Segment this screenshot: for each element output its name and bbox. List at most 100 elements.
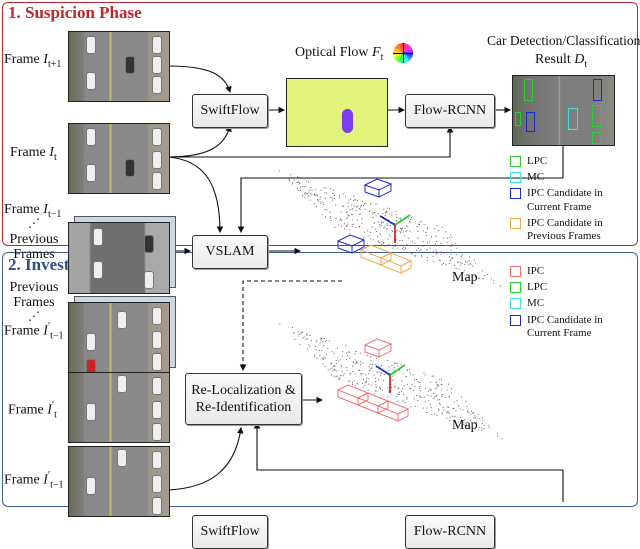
map-point <box>352 382 353 384</box>
map-point <box>353 380 355 382</box>
map-point <box>401 380 403 382</box>
map-point <box>413 398 415 400</box>
map-point <box>369 368 371 370</box>
map-point <box>305 338 307 340</box>
map-point <box>406 370 408 372</box>
map-point <box>339 376 341 378</box>
map-point <box>409 388 411 389</box>
map-point <box>436 387 438 389</box>
map-point <box>355 373 357 375</box>
map-point <box>364 382 366 384</box>
map-point <box>332 370 334 371</box>
axis-blue <box>375 365 391 376</box>
map-point <box>302 337 304 339</box>
map-point <box>477 429 479 431</box>
map-point <box>346 370 348 372</box>
map-point <box>482 417 484 419</box>
map-point <box>432 375 434 377</box>
map-point <box>308 344 310 346</box>
map-point <box>323 338 325 340</box>
map-point <box>435 388 437 390</box>
map-point <box>437 399 439 401</box>
map-point <box>336 363 338 365</box>
map-point <box>404 401 406 403</box>
map-point <box>442 407 444 409</box>
map-point <box>409 373 411 375</box>
map-point <box>441 396 443 397</box>
map-point <box>375 381 377 383</box>
map-point <box>340 375 342 377</box>
map-point <box>466 405 468 407</box>
map-point <box>342 351 344 353</box>
map-point <box>339 359 341 361</box>
map-point <box>306 334 308 336</box>
map-point <box>366 377 368 379</box>
map-point <box>322 359 324 360</box>
map-point <box>419 387 421 389</box>
map-point <box>306 338 308 340</box>
map-point <box>461 396 462 398</box>
map-point <box>431 414 433 415</box>
map-point <box>470 410 472 412</box>
map-point <box>474 415 476 417</box>
map-point <box>451 415 453 417</box>
map-point <box>327 369 329 371</box>
map-point <box>337 347 338 349</box>
map-point <box>421 397 423 398</box>
map-point <box>419 396 421 398</box>
map-point <box>398 394 400 395</box>
map-point <box>346 352 348 354</box>
map-point <box>481 427 483 429</box>
map-point <box>409 368 410 370</box>
map-point <box>439 402 441 404</box>
map-point <box>406 368 408 370</box>
map-point <box>354 353 356 355</box>
map-point <box>426 407 428 409</box>
map-point <box>417 381 419 383</box>
map-point <box>375 386 377 388</box>
map-point <box>479 418 481 420</box>
map-point <box>393 367 395 369</box>
map-point <box>323 345 325 347</box>
map-point <box>336 375 338 377</box>
map-point <box>387 360 389 361</box>
map-point <box>334 365 336 367</box>
map-point <box>403 394 405 396</box>
map-point <box>406 398 408 400</box>
map-point <box>375 357 377 359</box>
map-point <box>419 386 421 388</box>
map-point <box>420 390 422 391</box>
map-point <box>448 383 449 385</box>
map-point <box>429 389 431 391</box>
map-point <box>438 399 440 401</box>
map-point <box>481 423 483 424</box>
map-point <box>373 393 375 395</box>
map-point <box>314 346 316 347</box>
map-point <box>380 387 381 389</box>
map-point <box>477 414 479 416</box>
map-point <box>381 372 383 374</box>
map-point <box>327 347 329 349</box>
map-point <box>441 413 443 415</box>
map-point <box>318 350 320 351</box>
map-point <box>412 389 414 391</box>
map-point <box>409 371 411 373</box>
map-point <box>358 369 360 371</box>
map-point <box>435 395 437 397</box>
map-point <box>400 364 402 366</box>
map-point <box>439 404 441 406</box>
map-point <box>397 365 399 367</box>
map-point <box>381 389 383 391</box>
map-point <box>426 412 428 413</box>
map-point <box>360 363 362 365</box>
map-point <box>438 385 439 387</box>
map-point <box>322 363 324 365</box>
map-point <box>467 411 469 413</box>
map-point <box>430 407 432 409</box>
map-point <box>371 363 373 365</box>
map-point <box>417 400 419 401</box>
map-point <box>430 381 432 383</box>
map-point <box>360 361 361 363</box>
map-point <box>328 340 330 342</box>
map-point <box>350 372 352 374</box>
